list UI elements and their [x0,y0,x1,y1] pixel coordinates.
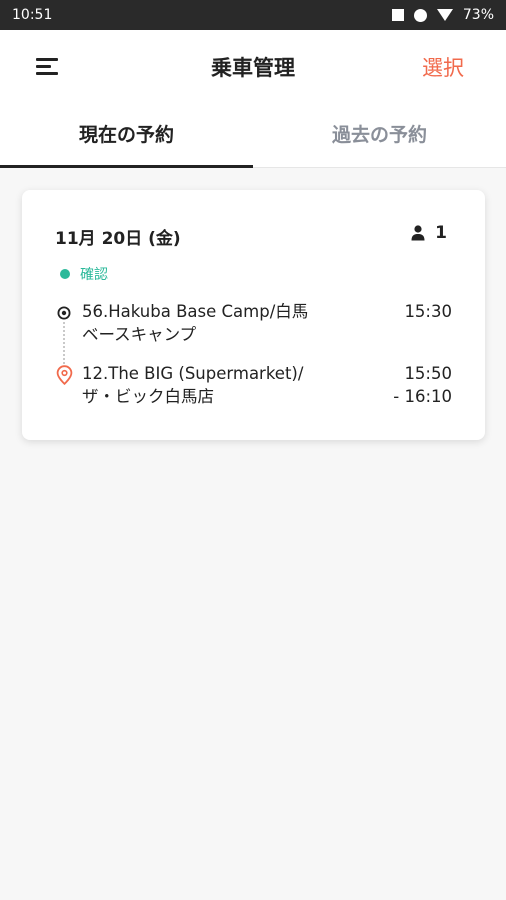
route-connector [63,322,65,364]
booking-card[interactable]: 11月 20日 (金) 1 確認 56.Hakuba Base Camp/白馬 … [22,190,485,440]
destination-time-start: 15:50 [404,364,452,383]
status-label: 確認 [80,267,108,283]
status-badge: 確認 [60,264,108,284]
select-button[interactable]: 選択 [422,52,464,82]
destination-stop: 12.The BIG (Supermarket)/ ザ・ビック白馬店 [82,362,372,408]
tab-current-bookings[interactable]: 現在の予約 [0,104,253,168]
passenger-count-value: 1 [435,223,447,243]
status-icons: 73% [391,7,494,23]
destination-name-line1: 12.The BIG (Supermarket)/ [82,364,304,383]
origin-name-line2: ベースキャンプ [82,325,197,344]
origin-stop: 56.Hakuba Base Camp/白馬 ベースキャンプ [82,300,372,346]
notification-circle-icon [413,8,427,22]
app-bar: 乗車管理 選択 [0,30,506,104]
wifi-icon [436,9,453,21]
tab-past-bookings[interactable]: 過去の予約 [253,104,506,167]
passenger-count: 1 [411,223,447,243]
destination-time: 15:50 - 16:10 [393,362,452,408]
destination-time-end: - 16:10 [393,387,452,406]
status-dot-icon [60,269,70,279]
origin-pin-icon [57,306,71,320]
tab-bar: 現在の予約 過去の予約 [0,104,506,168]
battery-level: 73% [462,7,494,23]
notification-square-icon [391,9,404,21]
status-bar: 10:51 73% [0,0,506,30]
destination-name-line2: ザ・ビック白馬店 [82,387,214,406]
status-time: 10:51 [12,7,53,23]
destination-pin-icon [56,365,73,385]
person-icon [411,225,425,241]
origin-name-line1: 56.Hakuba Base Camp/白馬 [82,302,309,321]
origin-time: 15:30 [404,302,452,321]
booking-date: 11月 20日 (金) [55,229,181,249]
